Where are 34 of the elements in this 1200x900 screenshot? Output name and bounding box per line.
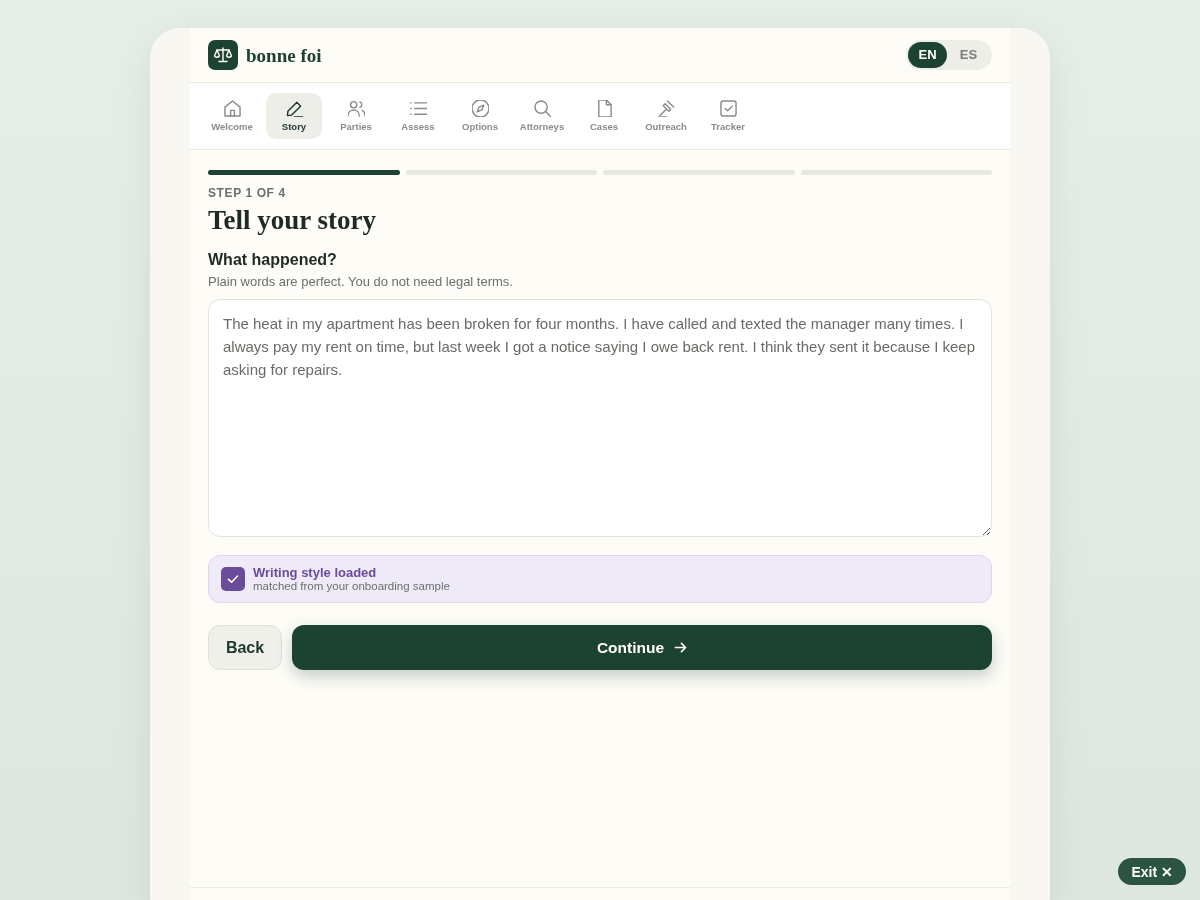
- continue-button[interactable]: Continue: [292, 625, 992, 670]
- search-icon: [533, 99, 551, 117]
- list-icon: [409, 99, 427, 117]
- nav-tab[interactable]: Welcome: [204, 93, 260, 139]
- nav-tab[interactable]: Options: [452, 93, 508, 139]
- arrow-right-icon: [674, 641, 688, 654]
- exit-button[interactable]: Exit ✕: [1118, 858, 1186, 885]
- nav-tab[interactable]: Attorneys: [514, 93, 570, 139]
- pen-icon: [285, 99, 303, 117]
- question-label: What happened?: [208, 250, 338, 270]
- people-icon: [347, 99, 365, 117]
- document-icon: [595, 99, 613, 117]
- page-title: Tell your story: [208, 204, 377, 237]
- gavel-icon: [657, 99, 675, 117]
- story-field[interactable]: The heat in my apartment has been broken for four months. I have called and texted the manager many times. I always pay my rent on time, but last week I got a notice saying I owe back rent. I think they sent it because I keep asking for repairs.: [208, 299, 992, 537]
- home-icon: [223, 99, 241, 117]
- nav-tab[interactable]: Assess: [390, 93, 446, 139]
- nav-tab[interactable]: Story: [266, 93, 322, 139]
- language-option[interactable]: EN: [908, 42, 947, 68]
- back-button[interactable]: Back: [208, 625, 282, 670]
- notice-detail: matched from your onboarding sample: [253, 580, 450, 593]
- checkbox-icon: [719, 99, 737, 117]
- nav-tab[interactable]: Parties: [328, 93, 384, 139]
- nav-tab[interactable]: Tracker: [700, 93, 756, 139]
- question-hint: Plain words are perfect. You do not need legal terms.: [208, 273, 514, 290]
- scales-logo-icon: [208, 40, 238, 70]
- language-option[interactable]: ES: [949, 42, 988, 68]
- app-name: bonne foi: [246, 45, 322, 65]
- nav-tab[interactable]: Cases: [576, 93, 632, 139]
- check-icon: [221, 567, 245, 591]
- compass-icon: [471, 99, 489, 117]
- notice-title: Writing style loaded: [253, 565, 378, 580]
- nav-tab[interactable]: Outreach: [638, 93, 694, 139]
- step-label: STEP 1 OF 4: [208, 186, 287, 201]
